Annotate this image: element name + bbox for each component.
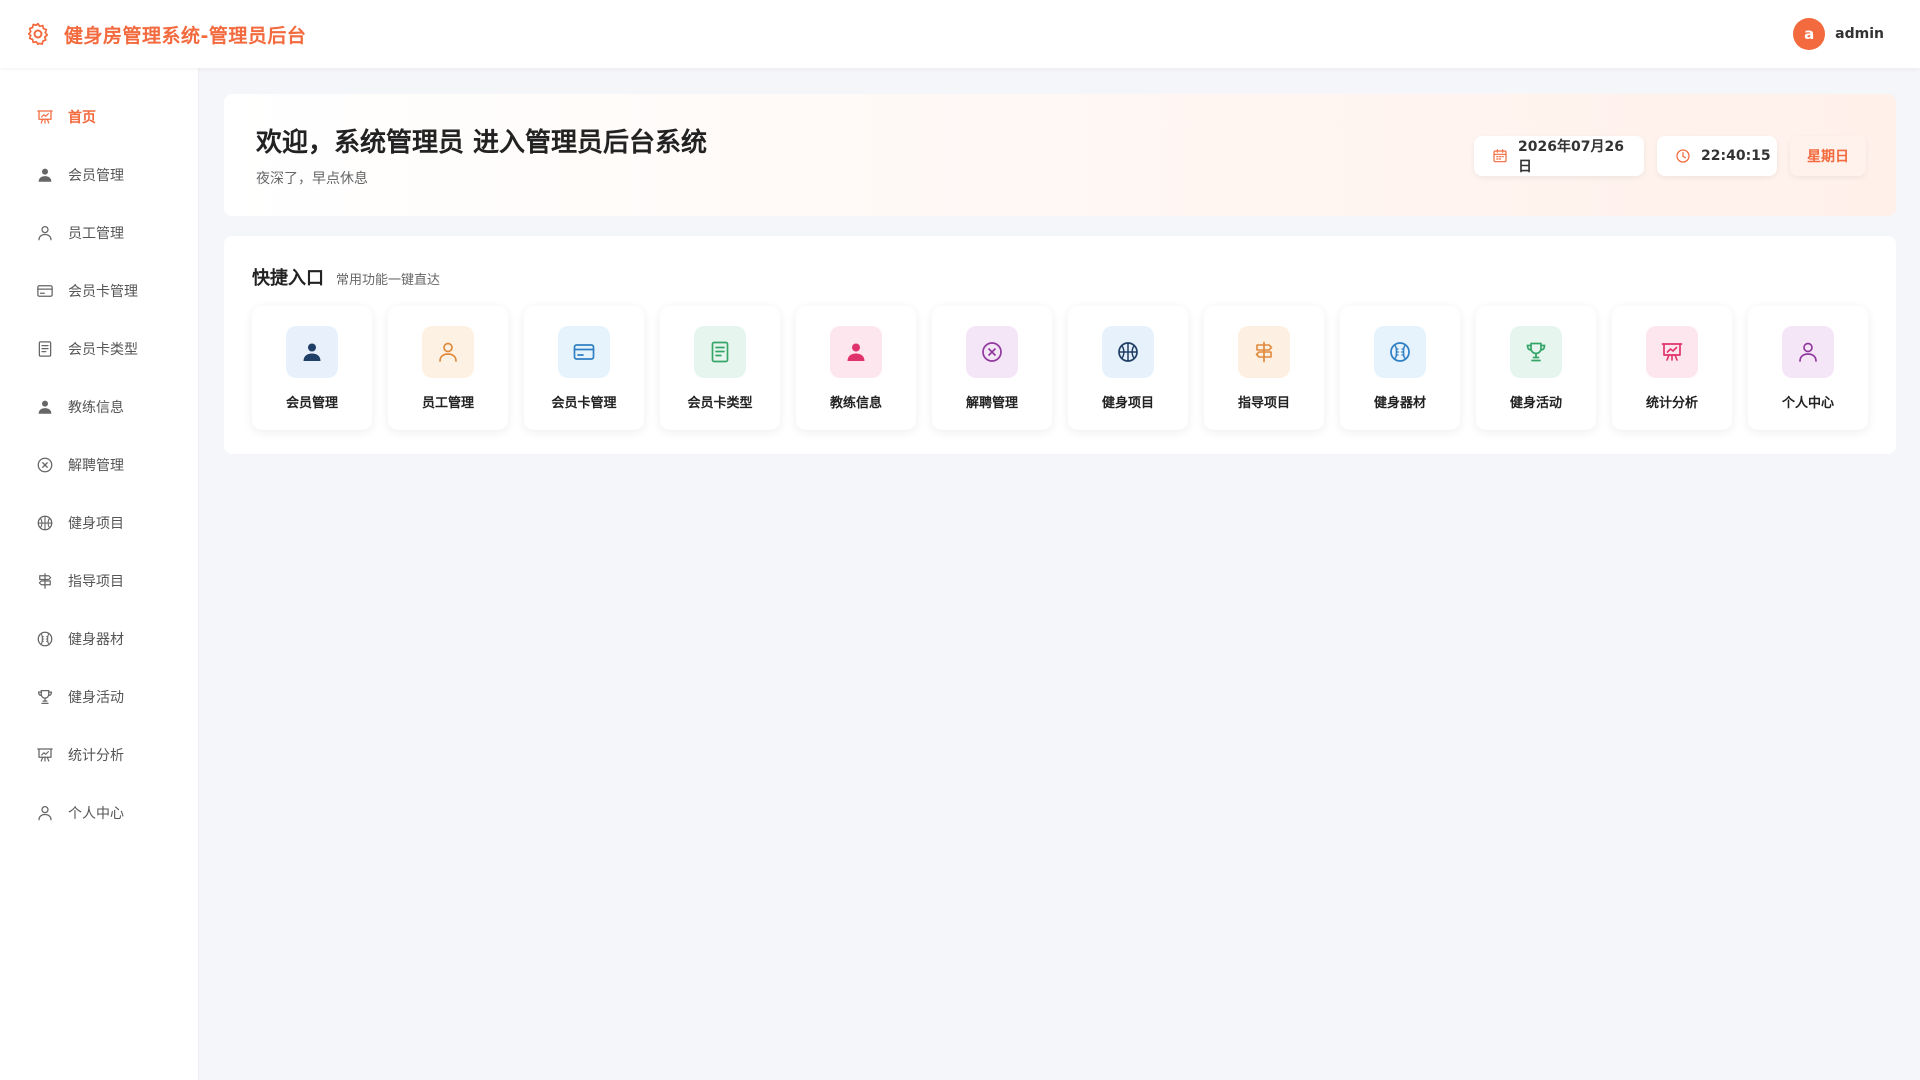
user-solid-icon [830, 326, 882, 378]
quick-tile-members[interactable]: 会员管理 [252, 306, 372, 430]
sidebar-item-label: 会员卡管理 [68, 284, 138, 300]
top-header: 健身房管理系统-管理员后台 a admin [0, 0, 1920, 68]
sidebar-item-label: 教练信息 [68, 400, 124, 416]
quick-entry-tiles: 会员管理 员工管理 会员卡管理 会员卡类型 教练信息 解聘管理 健身项目 指导项… [252, 306, 1868, 430]
sidebar-item-coaches[interactable]: 教练信息 [0, 378, 198, 436]
quick-tile-statistics[interactable]: 统计分析 [1612, 306, 1732, 430]
quick-tile-staff[interactable]: 员工管理 [388, 306, 508, 430]
sidebar-item-card-types[interactable]: 会员卡类型 [0, 320, 198, 378]
brand[interactable]: 健身房管理系统-管理员后台 [24, 14, 306, 54]
quick-entry-subtitle: 常用功能一键直达 [336, 273, 441, 288]
user-outline-icon [36, 224, 54, 242]
quick-tile-label: 健身活动 [1509, 396, 1562, 411]
welcome-heading: 欢迎，系统管理员 进入管理员后台系统 [256, 128, 708, 158]
trophy-icon [1510, 326, 1562, 378]
sidebar-item-activities[interactable]: 健身活动 [0, 668, 198, 726]
sidebar-item-profile[interactable]: 个人中心 [0, 784, 198, 842]
sidebar-item-equipment[interactable]: 健身器材 [0, 610, 198, 668]
app-title: 健身房管理系统-管理员后台 [64, 24, 307, 47]
signpost-icon [36, 572, 54, 590]
date-badge: 2026年07月26日 [1474, 136, 1644, 176]
quick-tile-label: 指导项目 [1237, 396, 1290, 411]
sidebar-item-label: 员工管理 [68, 226, 124, 242]
quick-tile-label: 统计分析 [1645, 396, 1698, 411]
sidebar-item-label: 健身活动 [68, 690, 124, 706]
presentation-icon [1646, 326, 1698, 378]
sidebar-item-member-cards[interactable]: 会员卡管理 [0, 262, 198, 320]
quick-tile-label: 会员卡管理 [551, 396, 617, 411]
quick-tile-activities[interactable]: 健身活动 [1476, 306, 1596, 430]
welcome-subtext: 夜深了，早点休息 [256, 171, 368, 187]
weekday-badge: 星期日 [1790, 136, 1866, 176]
sidebar-item-dismissals[interactable]: 解聘管理 [0, 436, 198, 494]
document-icon [694, 326, 746, 378]
user-menu[interactable]: a admin [1793, 18, 1884, 50]
date-text: 2026年07月26日 [1518, 139, 1624, 175]
sidebar-item-label: 会员卡类型 [68, 342, 138, 358]
gear-icon [24, 20, 52, 48]
username[interactable]: admin [1835, 26, 1884, 42]
baseball-icon [1374, 326, 1426, 378]
sidebar-item-label: 健身器材 [68, 632, 124, 648]
sidebar: 首页 会员管理 员工管理 会员卡管理 会员卡类型 教练信息 解聘管理 健身项目 … [0, 68, 199, 1080]
quick-tile-card-types[interactable]: 会员卡类型 [660, 306, 780, 430]
sidebar-item-label: 个人中心 [68, 806, 124, 822]
quick-tile-label: 解聘管理 [965, 396, 1018, 411]
avatar[interactable]: a [1793, 18, 1826, 50]
user-outline-icon [36, 804, 54, 822]
quick-tile-label: 健身项目 [1101, 396, 1154, 411]
signpost-icon [1238, 326, 1290, 378]
welcome-banner: 欢迎，系统管理员 进入管理员后台系统 夜深了，早点休息 2026年07月26日 … [224, 94, 1896, 216]
time-badge: 22:40:15 [1657, 136, 1777, 176]
time-text: 22:40:15 [1701, 148, 1771, 164]
sidebar-item-statistics[interactable]: 统计分析 [0, 726, 198, 784]
credit-card-icon [558, 326, 610, 378]
circle-close-icon [966, 326, 1018, 378]
quick-tile-label: 教练信息 [829, 396, 882, 411]
sidebar-item-staff[interactable]: 员工管理 [0, 204, 198, 262]
quick-tile-label: 个人中心 [1781, 396, 1834, 411]
baseball-icon [36, 630, 54, 648]
presentation-icon [36, 108, 54, 126]
quick-tile-label: 员工管理 [421, 396, 474, 411]
sidebar-item-members[interactable]: 会员管理 [0, 146, 198, 204]
sidebar-item-guidance-projects[interactable]: 指导项目 [0, 552, 198, 610]
sidebar-item-label: 健身项目 [68, 516, 124, 532]
sidebar-item-label: 统计分析 [68, 748, 124, 764]
quick-tile-profile[interactable]: 个人中心 [1748, 306, 1868, 430]
quick-entry-title: 快捷入口 [252, 268, 324, 289]
user-solid-icon [36, 398, 54, 416]
sidebar-item-label: 会员管理 [68, 168, 124, 184]
sidebar-item-label: 指导项目 [68, 574, 124, 590]
user-outline-icon [1782, 326, 1834, 378]
quick-tile-coaches[interactable]: 教练信息 [796, 306, 916, 430]
quick-tile-member-cards[interactable]: 会员卡管理 [524, 306, 644, 430]
document-icon [36, 340, 54, 358]
user-outline-icon [422, 326, 474, 378]
basketball-icon [36, 514, 54, 532]
quick-tile-fitness-projects[interactable]: 健身项目 [1068, 306, 1188, 430]
basketball-icon [1102, 326, 1154, 378]
quick-tile-label: 健身器材 [1373, 396, 1426, 411]
sidebar-item-home[interactable]: 首页 [0, 88, 198, 146]
sidebar-item-fitness-projects[interactable]: 健身项目 [0, 494, 198, 552]
sidebar-item-label: 首页 [68, 110, 96, 126]
user-solid-icon [286, 326, 338, 378]
calendar-icon [1492, 148, 1508, 164]
presentation-icon [36, 746, 54, 764]
quick-tile-label: 会员卡类型 [687, 396, 753, 411]
quick-tile-dismissals[interactable]: 解聘管理 [932, 306, 1052, 430]
sidebar-item-label: 解聘管理 [68, 458, 124, 474]
circle-close-icon [36, 456, 54, 474]
credit-card-icon [36, 282, 54, 300]
quick-tile-equipment[interactable]: 健身器材 [1340, 306, 1460, 430]
quick-entry-header: 快捷入口 常用功能一键直达 [252, 264, 440, 290]
trophy-icon [36, 688, 54, 706]
user-solid-icon [36, 166, 54, 184]
quick-entry-panel: 快捷入口 常用功能一键直达 会员管理 员工管理 会员卡管理 会员卡类型 教练信息… [224, 236, 1896, 454]
quick-tile-label: 会员管理 [285, 396, 338, 411]
clock-icon [1675, 148, 1691, 164]
quick-tile-guidance-projects[interactable]: 指导项目 [1204, 306, 1324, 430]
